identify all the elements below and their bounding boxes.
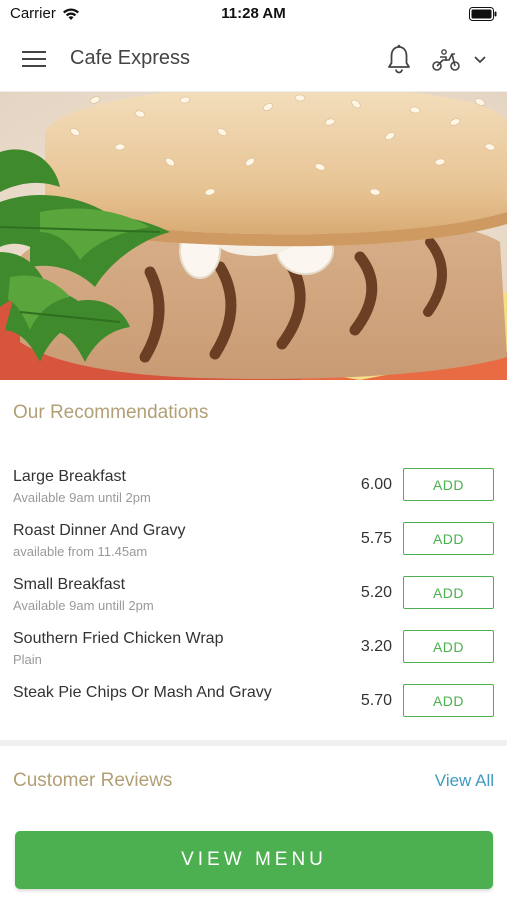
item-name: Southern Fried Chicken Wrap [13,630,224,647]
item-price: 5.75 [360,530,392,547]
item-name: Roast Dinner And Gravy [13,522,186,539]
app-screen: Carrier 11:28 AM Cafe Express Our Recomm… [0,0,507,900]
add-button[interactable]: ADD [403,522,494,555]
add-button[interactable]: ADD [403,468,494,501]
item-price: 5.20 [360,584,392,601]
hero-image [0,92,507,380]
list-item: Southern Fried Chicken Wrap Plain 3.20 A… [0,622,507,676]
view-all-reviews-link[interactable]: View All [435,771,494,791]
item-price: 6.00 [360,476,392,493]
view-menu-button[interactable]: VIEW MENU [15,831,493,889]
item-availability: Available 9am untill 2pm [13,598,154,613]
section-divider [0,740,507,746]
recommendations-title: Our Recommendations [13,402,209,423]
item-name: Large Breakfast [13,468,126,485]
item-availability: Available 9am until 2pm [13,490,151,505]
chevron-down-icon[interactable] [473,55,487,65]
list-item: Steak Pie Chips Or Mash And Gravy 5.70 A… [0,676,507,730]
list-item: Small Breakfast Available 9am untill 2pm… [0,568,507,622]
list-item: Roast Dinner And Gravy available from 11… [0,514,507,568]
add-button[interactable]: ADD [403,630,494,663]
item-name: Steak Pie Chips Or Mash And Gravy [13,684,272,701]
add-button[interactable]: ADD [403,684,494,717]
recommendations-list: Large Breakfast Available 9am until 2pm … [0,460,507,730]
item-name: Small Breakfast [13,576,126,593]
item-availability: available from 11.45am [13,544,148,559]
battery-icon [469,7,497,25]
status-bar: Carrier 11:28 AM [0,0,507,28]
hamburger-menu-icon[interactable] [22,49,48,69]
list-item: Large Breakfast Available 9am until 2pm … [0,460,507,514]
item-price: 5.70 [360,692,392,709]
app-header: Cafe Express [0,28,507,92]
bell-icon[interactable] [386,44,412,74]
scooter-icon[interactable] [431,48,461,72]
reviews-title: Customer Reviews [13,770,173,791]
burger-photo [0,92,507,380]
clock: 11:28 AM [221,5,286,22]
add-button[interactable]: ADD [403,576,494,609]
item-price: 3.20 [360,638,392,655]
app-title: Cafe Express [70,47,191,69]
item-availability: Plain [13,652,42,667]
